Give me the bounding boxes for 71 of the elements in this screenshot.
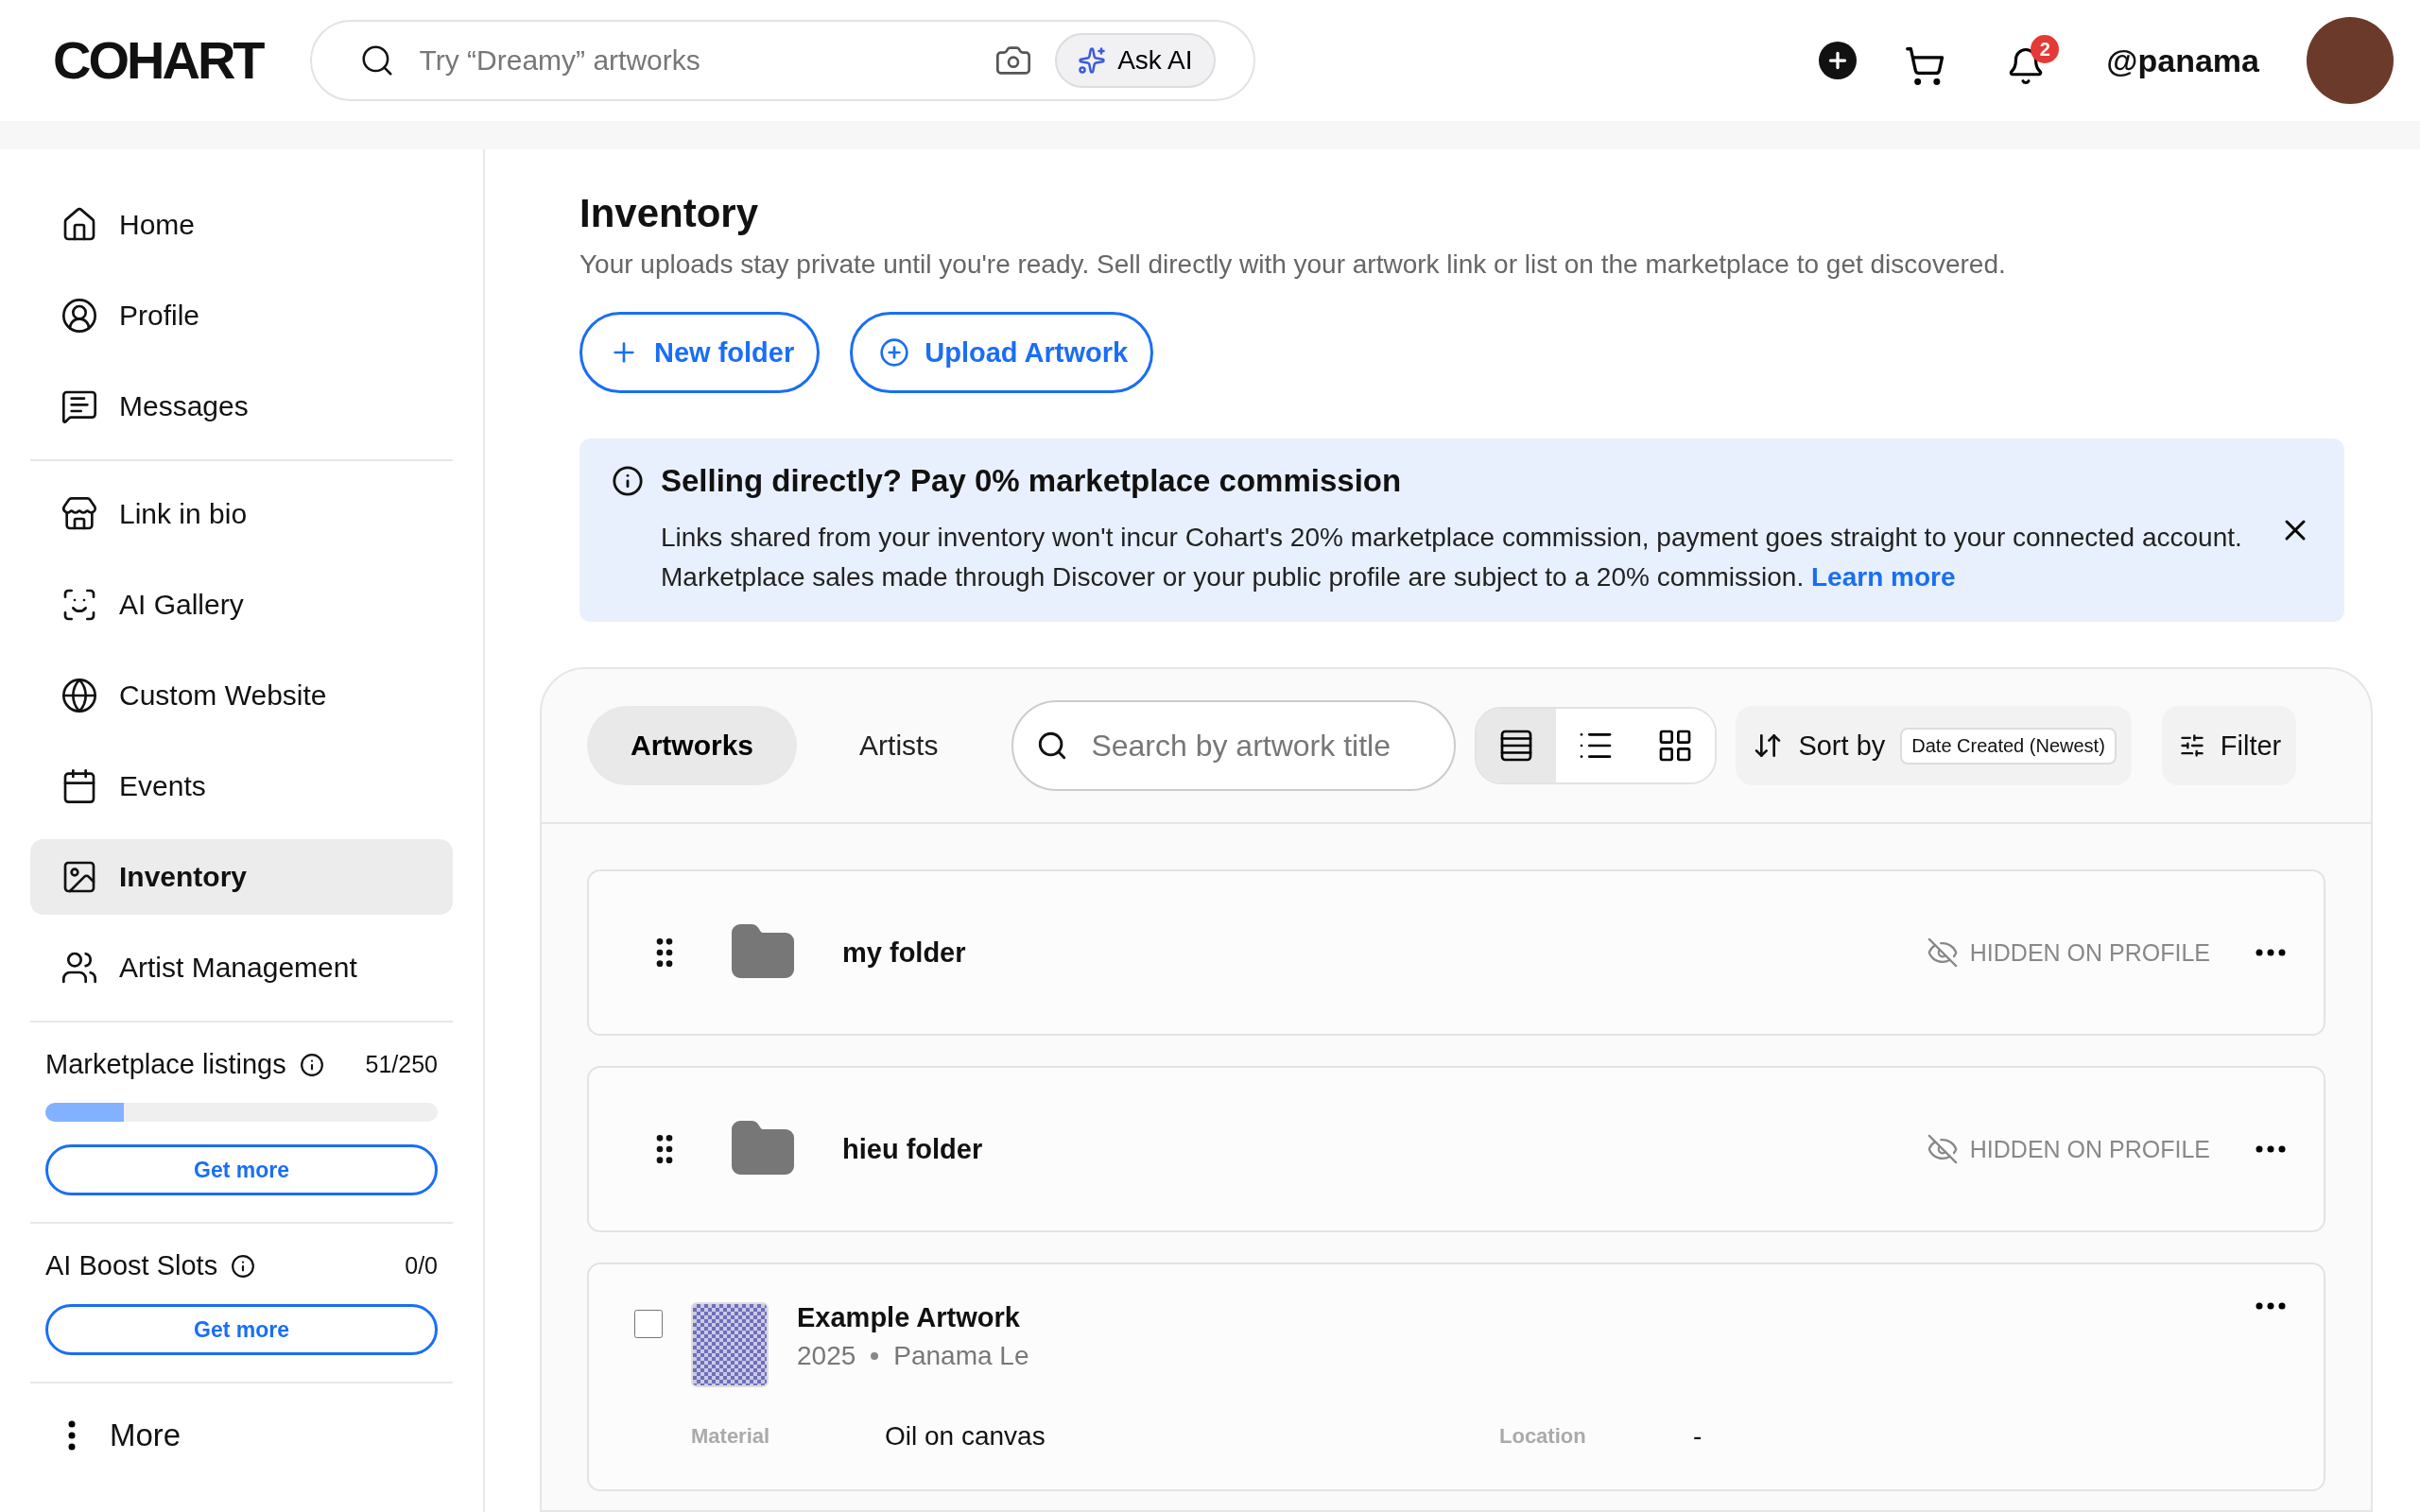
sidebar-item[interactable]: Artist Management xyxy=(30,930,453,1005)
sidebar-item[interactable]: Messages xyxy=(30,369,453,444)
cart-icon xyxy=(1904,45,1946,87)
page-title: Inventory xyxy=(579,191,760,236)
ellipsis-icon xyxy=(2256,1302,2286,1310)
vertical-dots-icon xyxy=(68,1420,76,1451)
add-button[interactable] xyxy=(1819,42,1858,79)
ellipsis-icon xyxy=(2256,949,2286,956)
banner-title: Selling directly? Pay 0% marketplace commission xyxy=(661,463,1403,499)
sidebar-item[interactable]: Home xyxy=(30,187,453,263)
action-button[interactable]: Upload Artwork xyxy=(850,312,1154,393)
view-toggle[interactable] xyxy=(1477,709,1557,782)
page-description: Your uploads stay private until you're ready. Sell directly with your artwork link or list on the marketplace to get discovered. xyxy=(579,249,2007,280)
field-label: Location xyxy=(1499,1424,1587,1449)
artwork-year: 2025 xyxy=(797,1341,856,1371)
more-link[interactable]: More xyxy=(30,1383,453,1487)
quota-label: AI Boost Slots xyxy=(45,1250,218,1281)
banner-text: Links shared from your inventory won't incur Cohart's 20% marketplace commission, payment goes straight to your connected account. Marketplace sales made through Discover or your public profile are subject to a 20% commission. Learn more xyxy=(661,522,2243,593)
tab[interactable]: Artworks xyxy=(587,706,798,785)
eye-off-icon xyxy=(1926,936,1959,969)
more-options-button[interactable] xyxy=(2256,1145,2286,1153)
filter-button[interactable]: Filter xyxy=(2161,706,2297,785)
sidebar-item[interactable]: Profile xyxy=(30,278,453,353)
artwork-title: Example Artwork xyxy=(797,1302,1021,1333)
field-label: Material xyxy=(691,1424,771,1449)
quota-count: 51/250 xyxy=(365,1051,438,1078)
visibility-status: HIDDEN ON PROFILE xyxy=(1969,938,2210,967)
folder-name: hieu folder xyxy=(842,1133,983,1165)
sidebar-item[interactable]: AI Gallery xyxy=(30,567,453,643)
checkbox[interactable] xyxy=(634,1310,663,1338)
artist-name: Panama Le xyxy=(893,1341,1029,1371)
search-field[interactable]: Search by artwork title xyxy=(1011,700,1457,791)
info-icon xyxy=(612,465,644,497)
folder-card[interactable]: my folder HIDDEN ON PROFILE xyxy=(587,869,2325,1036)
folder-name: my folder xyxy=(842,936,966,969)
more-options-button[interactable] xyxy=(2256,949,2286,956)
learn-more-link[interactable]: Learn more xyxy=(1811,562,1956,592)
separator-dot xyxy=(871,1352,879,1360)
ellipsis-icon xyxy=(2256,1145,2286,1153)
username[interactable]: @panama xyxy=(2106,42,2259,79)
sliders-icon xyxy=(2178,732,2205,759)
field-value: Oil on canvas xyxy=(885,1421,1046,1452)
folder-card[interactable]: hieu folder HIDDEN ON PROFILE xyxy=(587,1066,2325,1232)
more-options-button[interactable] xyxy=(2256,1302,2286,1310)
get-more-button[interactable]: Get more xyxy=(45,1144,438,1195)
logo[interactable]: COHART xyxy=(53,34,263,87)
visibility-status: HIDDEN ON PROFILE xyxy=(1969,1135,2210,1163)
get-more-button[interactable]: Get more xyxy=(45,1304,438,1355)
sidebar-item[interactable]: Custom Website xyxy=(30,658,453,733)
sidebar-item[interactable]: Inventory xyxy=(30,839,453,915)
person-icon xyxy=(60,297,98,335)
notification-badge: 2 xyxy=(2031,35,2060,63)
notifications-button[interactable]: 2 xyxy=(2006,35,2060,86)
info-icon[interactable] xyxy=(299,1052,324,1077)
globe-icon xyxy=(60,677,98,714)
ask-ai-button[interactable]: Ask AI xyxy=(1055,33,1216,88)
eye-off-icon xyxy=(1926,1133,1959,1165)
sort-value: Date Created (Newest) xyxy=(1900,727,2117,765)
sidebar-item[interactable]: Link in bio xyxy=(30,476,453,552)
artwork-card[interactable]: Example Artwork 2025 Panama Le Material Oil on canvas Location - xyxy=(587,1263,2325,1491)
sort-button[interactable]: Sort by Date Created (Newest) xyxy=(1736,706,2132,785)
tab[interactable]: Artists xyxy=(816,706,982,785)
sparkle-icon xyxy=(1078,46,1107,75)
quota-count: 0/0 xyxy=(405,1252,438,1280)
sidebar-item[interactable]: Events xyxy=(30,748,453,824)
quota-label: Marketplace listings xyxy=(45,1049,286,1080)
field-value: - xyxy=(1693,1421,1703,1452)
search-field[interactable]: Try “Dreamy” artworks Ask AI xyxy=(309,20,1255,101)
info-icon[interactable] xyxy=(231,1253,256,1279)
action-button[interactable]: New folder xyxy=(579,312,821,393)
plus-circle-icon xyxy=(879,337,910,368)
